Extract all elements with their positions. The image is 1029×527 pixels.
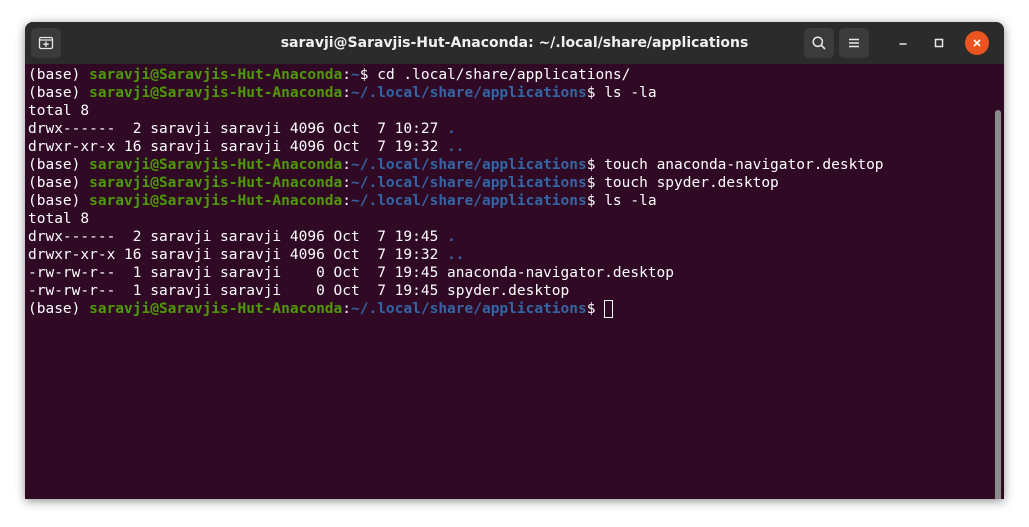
- prompt-symbol: $: [359, 67, 378, 83]
- output-text: drwxr-xr-x 16 saravji saravji 4096 Oct 7…: [28, 139, 448, 155]
- prompt-symbol: $: [586, 157, 605, 173]
- terminal-line: (base) saravji@Saravjis-Hut-Anaconda:~/.…: [28, 156, 884, 174]
- search-button[interactable]: [804, 28, 834, 58]
- command-text: ls -la: [604, 85, 657, 101]
- terminal-line: (base) saravji@Saravjis-Hut-Anaconda:~/.…: [28, 192, 657, 210]
- hamburger-menu-icon: [849, 38, 859, 48]
- new-tab-icon: [38, 36, 54, 50]
- prompt-path: ~/.local/share/applications: [351, 85, 587, 101]
- output-text: total 8: [28, 103, 90, 119]
- menu-button[interactable]: [839, 28, 869, 58]
- output-text: total 8: [28, 211, 90, 227]
- minimize-icon: [899, 43, 907, 45]
- output-text: -rw-rw-r-- 1 saravji saravji 0 Oct 7 19:…: [28, 265, 675, 281]
- prompt-separator: :: [342, 157, 352, 173]
- vertical-scrollbar[interactable]: [995, 110, 1001, 499]
- conda-env: (base): [28, 193, 90, 209]
- text-cursor: [604, 300, 614, 318]
- command-text: ls -la: [604, 193, 657, 209]
- terminal-output[interactable]: (base) saravji@Saravjis-Hut-Anaconda:~$ …: [25, 64, 1004, 499]
- prompt-path: ~/.local/share/applications: [351, 157, 587, 173]
- prompt-path: ~/.local/share/applications: [351, 175, 587, 191]
- search-icon: [812, 36, 826, 50]
- new-tab-button[interactable]: [31, 28, 61, 58]
- conda-env: (base): [28, 85, 90, 101]
- terminal-line: total 8: [28, 102, 89, 120]
- user-host: saravji@Saravjis-Hut-Anaconda: [89, 157, 343, 173]
- terminal-line: drwxr-xr-x 16 saravji saravji 4096 Oct 7…: [28, 138, 465, 156]
- command-text: touch spyder.desktop: [604, 175, 779, 191]
- terminal-line: -rw-rw-r-- 1 saravji saravji 0 Oct 7 19:…: [28, 264, 674, 282]
- user-host: saravji@Saravjis-Hut-Anaconda: [89, 193, 343, 209]
- prompt-symbol: $: [586, 301, 605, 317]
- prompt-separator: :: [342, 175, 352, 191]
- prompt-separator: :: [342, 301, 352, 317]
- maximize-button[interactable]: [924, 28, 954, 58]
- minimize-button[interactable]: [888, 28, 918, 58]
- prompt-symbol: $: [586, 175, 605, 191]
- terminal-line: (base) saravji@Saravjis-Hut-Anaconda:~$ …: [28, 66, 630, 84]
- output-text: -rw-rw-r-- 1 saravji saravji 0 Oct 7 19:…: [28, 283, 570, 299]
- directory-name: ..: [447, 139, 465, 155]
- output-text: drwx------ 2 saravji saravji 4096 Oct 7 …: [28, 121, 448, 137]
- prompt-symbol: $: [586, 193, 605, 209]
- prompt-separator: :: [342, 67, 352, 83]
- prompt-symbol: $: [586, 85, 605, 101]
- close-button[interactable]: [965, 31, 989, 55]
- close-icon: [973, 39, 981, 47]
- prompt-separator: :: [342, 85, 352, 101]
- directory-name: .: [447, 229, 456, 245]
- command-text: cd .local/share/applications/: [377, 67, 631, 83]
- user-host: saravji@Saravjis-Hut-Anaconda: [89, 301, 343, 317]
- terminal-prompt-line[interactable]: (base) saravji@Saravjis-Hut-Anaconda:~/.…: [28, 300, 614, 318]
- prompt-path: ~/.local/share/applications: [351, 193, 587, 209]
- terminal-line: -rw-rw-r-- 1 saravji saravji 0 Oct 7 19:…: [28, 282, 569, 300]
- user-host: saravji@Saravjis-Hut-Anaconda: [89, 67, 343, 83]
- directory-name: .: [447, 121, 456, 137]
- output-text: drwxr-xr-x 16 saravji saravji 4096 Oct 7…: [28, 247, 448, 263]
- terminal-line: drwx------ 2 saravji saravji 4096 Oct 7 …: [28, 228, 456, 246]
- conda-env: (base): [28, 301, 90, 317]
- output-text: drwx------ 2 saravji saravji 4096 Oct 7 …: [28, 229, 448, 245]
- terminal-line: drwx------ 2 saravji saravji 4096 Oct 7 …: [28, 120, 456, 138]
- maximize-icon: [934, 38, 944, 48]
- terminal-line: drwxr-xr-x 16 saravji saravji 4096 Oct 7…: [28, 246, 465, 264]
- prompt-separator: :: [342, 193, 352, 209]
- user-host: saravji@Saravjis-Hut-Anaconda: [89, 85, 343, 101]
- terminal-line: (base) saravji@Saravjis-Hut-Anaconda:~/.…: [28, 174, 779, 192]
- conda-env: (base): [28, 157, 90, 173]
- user-host: saravji@Saravjis-Hut-Anaconda: [89, 175, 343, 191]
- title-bar[interactable]: saravji@Saravjis-Hut-Anaconda: ~/.local/…: [25, 22, 1004, 64]
- terminal-line: (base) saravji@Saravjis-Hut-Anaconda:~/.…: [28, 84, 657, 102]
- command-text: touch anaconda-navigator.desktop: [604, 157, 884, 173]
- prompt-path: ~/.local/share/applications: [351, 301, 587, 317]
- conda-env: (base): [28, 175, 90, 191]
- conda-env: (base): [28, 67, 90, 83]
- prompt-path: ~: [351, 67, 360, 83]
- directory-name: ..: [447, 247, 465, 263]
- terminal-line: total 8: [28, 210, 89, 228]
- terminal-window: saravji@Saravjis-Hut-Anaconda: ~/.local/…: [25, 22, 1004, 499]
